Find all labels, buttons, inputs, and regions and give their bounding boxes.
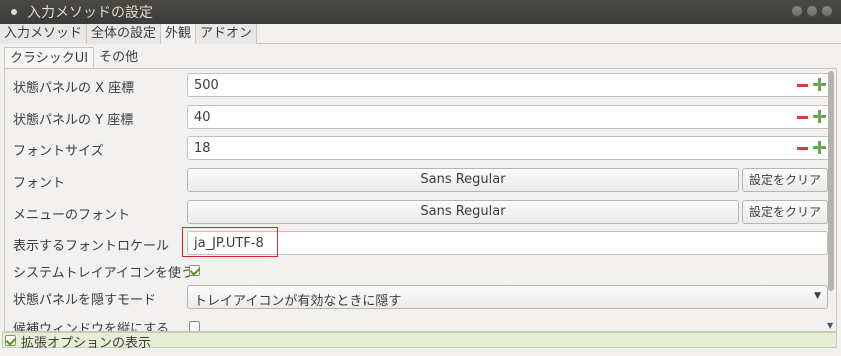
setting-row-menu-font: メニューのフォント Sans Regular 設定をクリア (5, 198, 828, 226)
title-bar: 入力メソッドの設定 (0, 0, 841, 24)
menu-font-clear-button[interactable]: 設定をクリア (742, 200, 828, 224)
settings-panel: 状態パネルの X 座標 500 状態パネルの Y 座標 40 フォントサイズ 1… (4, 69, 837, 332)
window-menu-icon[interactable] (11, 9, 17, 15)
scrollbar-thumb[interactable] (828, 71, 834, 291)
main-tabs: 入力メソッド 全体の設定 外観 アドオン (0, 24, 841, 44)
vertical-candidate-checkbox[interactable] (189, 321, 200, 331)
setting-row-use-tray: システムトレイアイコンを使う (5, 256, 825, 284)
font-locale-label: 表示するフォントロケール (13, 239, 170, 254)
setting-row-font-locale: 表示するフォントロケール ja_JP.UTF-8 (5, 227, 828, 257)
panel-y-spinbox[interactable]: 40 (187, 105, 830, 129)
font-clear-button[interactable]: 設定をクリア (742, 168, 828, 192)
setting-row-panel-y: 状態パネルの Y 座標 40 (5, 103, 830, 131)
tab-classic-ui[interactable]: クラシックUI (4, 47, 95, 68)
increment-icon[interactable] (813, 140, 826, 155)
scrollbar[interactable]: ▼ (827, 71, 835, 330)
highlight-box (182, 227, 278, 257)
font-label: フォント (13, 176, 66, 191)
setting-row-font-size: フォントサイズ 18 (5, 134, 830, 162)
chevron-down-icon: ▼ (814, 291, 821, 301)
increment-icon[interactable] (813, 109, 826, 124)
tab-appearance[interactable]: 外観 (161, 24, 197, 44)
sub-tabs: クラシックUI その他 (4, 47, 837, 69)
font-size-spinbox[interactable]: 18 (187, 136, 830, 160)
window-controls (791, 5, 833, 17)
font-picker-button[interactable]: Sans Regular (187, 168, 739, 192)
close-icon[interactable] (821, 5, 833, 17)
menu-font-picker-button[interactable]: Sans Regular (187, 200, 739, 224)
panel-x-label: 状態パネルの X 座標 (13, 81, 135, 96)
menu-font-label: メニューのフォント (13, 208, 131, 223)
maximize-icon[interactable] (806, 5, 818, 17)
show-advanced-checkbox[interactable] (5, 335, 16, 346)
use-tray-checkbox[interactable] (189, 265, 200, 276)
scroll-down-icon[interactable]: ▼ (827, 321, 833, 330)
tab-input-methods[interactable]: 入力メソッド (0, 24, 88, 44)
decrement-icon[interactable] (797, 147, 808, 150)
font-locale-input[interactable]: ja_JP.UTF-8 (187, 231, 828, 255)
panel-y-label: 状態パネルの Y 座標 (13, 113, 134, 128)
decrement-icon[interactable] (797, 84, 808, 87)
vertical-candidate-label: 候補ウィンドウを縦にする (13, 322, 170, 332)
setting-row-font: フォント Sans Regular 設定をクリア (5, 166, 828, 194)
setting-row-panel-x: 状態パネルの X 座標 500 (5, 71, 830, 99)
tab-other[interactable]: その他 (94, 47, 143, 68)
minimize-icon[interactable] (791, 5, 803, 17)
panel-y-value[interactable]: 40 (194, 110, 211, 125)
advanced-options-bar: 拡張オプションの表示 (2, 332, 837, 351)
tab-addons[interactable]: アドオン (196, 24, 258, 44)
font-size-value[interactable]: 18 (194, 141, 211, 156)
panel-x-spinbox[interactable]: 500 (187, 73, 830, 97)
hide-panel-value: トレイアイコンが有効なときに隠す (194, 294, 402, 309)
hide-panel-label: 状態パネルを隠すモード (13, 293, 157, 308)
tab-global-config[interactable]: 全体の設定 (87, 24, 162, 44)
setting-row-vertical-candidate: 候補ウィンドウを縦にする (5, 312, 825, 332)
hide-panel-dropdown[interactable]: トレイアイコンが有効なときに隠す ▼ (187, 285, 828, 309)
panel-x-value[interactable]: 500 (194, 78, 219, 93)
increment-icon[interactable] (813, 77, 826, 92)
font-size-label: フォントサイズ (13, 144, 104, 159)
show-advanced-label[interactable]: 拡張オプションの表示 (21, 332, 151, 351)
window-title: 入力メソッドの設定 (27, 5, 153, 21)
setting-row-hide-panel: 状態パネルを隠すモード トレイアイコンが有効なときに隠す ▼ (5, 283, 828, 311)
decrement-icon[interactable] (797, 116, 808, 119)
use-tray-label: システムトレイアイコンを使う (13, 266, 194, 281)
